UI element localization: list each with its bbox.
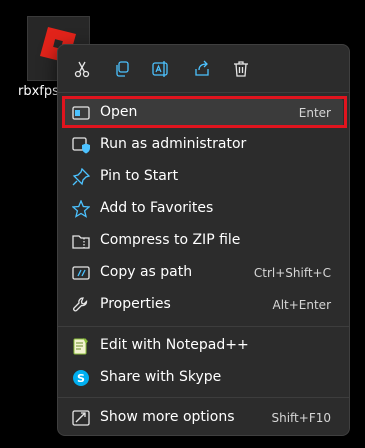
menu-item-properties[interactable]: Properties Alt+Enter <box>64 290 343 320</box>
menu-item-run-as-administrator[interactable]: Run as administrator <box>64 130 343 160</box>
menu-item-shortcut: Ctrl+Shift+C <box>253 266 331 280</box>
menu-item-label: Copy as path <box>100 264 193 280</box>
menu-item-label: Add to Favorites <box>100 200 214 216</box>
menu-item-pin-to-start[interactable]: Pin to Start <box>64 162 343 192</box>
desktop: rbxfpsu Open Enter Run as administrator … <box>0 0 365 448</box>
divider <box>58 326 349 327</box>
quick-actions-bar <box>58 45 349 91</box>
menu-item-label: Properties <box>100 296 171 312</box>
svg-text:S: S <box>77 372 85 385</box>
menu-item-label: Show more options <box>100 409 235 425</box>
pin-icon <box>72 168 90 186</box>
rename-button[interactable] <box>149 57 173 81</box>
menu-item-compress-to-zip[interactable]: Compress to ZIP file <box>64 226 343 256</box>
delete-icon <box>234 61 248 77</box>
divider <box>58 92 349 93</box>
menu-item-show-more-options[interactable]: Show more options Shift+F10 <box>64 403 343 433</box>
highlight-frame <box>62 96 347 128</box>
menu-item-label: Run as administrator <box>100 136 247 152</box>
menu-item-edit-with-notepad-plus-plus[interactable]: Edit with Notepad++ <box>64 331 343 361</box>
skype-icon: S <box>73 370 89 386</box>
cut-button[interactable] <box>70 57 94 81</box>
copy-button[interactable] <box>110 57 134 81</box>
menu-item-label: Edit with Notepad++ <box>100 337 249 353</box>
menu-item-label: Pin to Start <box>100 168 179 184</box>
shield-window-icon <box>72 137 90 154</box>
menu-item-add-to-favorites[interactable]: Add to Favorites <box>64 194 343 224</box>
menu-item-label: Compress to ZIP file <box>100 232 241 248</box>
copy-path-icon <box>72 266 90 280</box>
share-button[interactable] <box>190 57 214 81</box>
rename-icon <box>152 61 168 77</box>
divider <box>58 397 349 398</box>
menu-item-shortcut: Alt+Enter <box>272 298 331 312</box>
menu-item-copy-as-path[interactable]: Copy as path Ctrl+Shift+C <box>64 258 343 288</box>
menu-item-share-with-skype[interactable]: S Share with Skype <box>64 363 343 393</box>
zip-folder-icon <box>72 235 90 249</box>
menu-item-shortcut: Shift+F10 <box>271 411 331 425</box>
share-icon <box>195 60 209 76</box>
notepad-plus-plus-icon <box>73 338 88 355</box>
cut-icon <box>74 61 90 78</box>
menu-item-label: Share with Skype <box>100 369 222 385</box>
more-options-icon <box>72 410 90 426</box>
copy-icon <box>116 61 129 77</box>
star-icon <box>72 200 90 218</box>
wrench-icon <box>73 297 88 312</box>
delete-button[interactable] <box>229 57 253 81</box>
